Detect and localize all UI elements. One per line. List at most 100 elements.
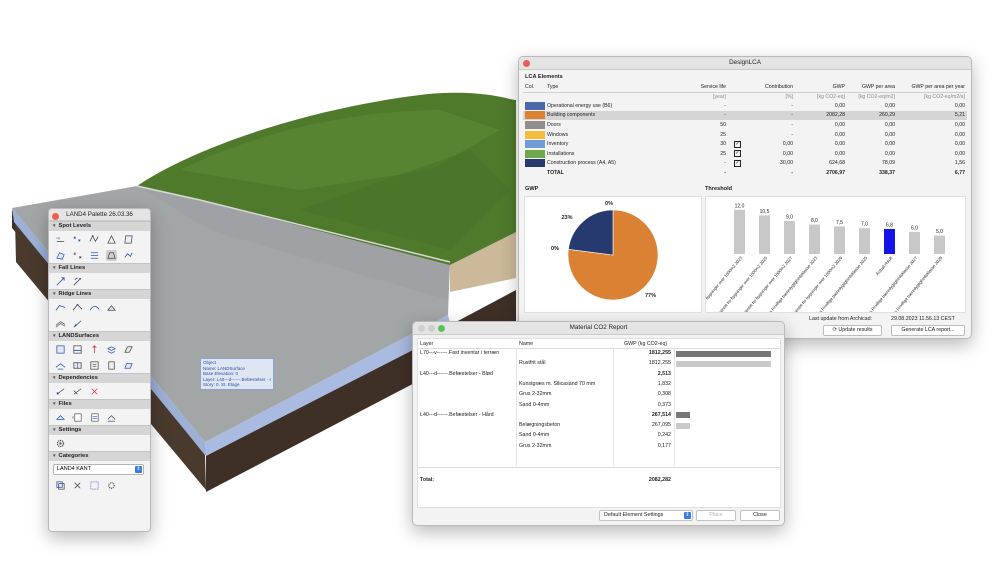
col-header: Type: [545, 82, 678, 93]
spot-points-icon[interactable]: [72, 250, 83, 261]
color-swatch[interactable]: [525, 130, 545, 139]
close-dot-icon[interactable]: [52, 212, 59, 220]
category-settings-icon[interactable]: [106, 480, 117, 491]
category-copy-icon[interactable]: [55, 480, 66, 491]
cell-life: -: [724, 160, 726, 167]
element-settings-select[interactable]: Default Element Settings ⇕: [599, 510, 693, 521]
color-swatch[interactable]: [525, 140, 545, 149]
spot-level-triangle-icon[interactable]: [106, 234, 117, 245]
ridge-line-icon[interactable]: [55, 302, 66, 313]
ridge-line-points-icon[interactable]: [72, 302, 83, 313]
gwp-bar: [676, 412, 691, 419]
row-material-name: Sand 0-4mm: [519, 401, 550, 408]
gear-icon[interactable]: [55, 438, 66, 449]
chevron-down-icon: ▾: [53, 427, 56, 433]
spot-level-selected-icon[interactable]: [106, 250, 117, 261]
link-multi-icon[interactable]: [72, 386, 83, 397]
surface-merge-icon[interactable]: [72, 360, 83, 371]
table-row[interactable]: Doors 50 - 0,00 0,00 0,00: [523, 120, 967, 130]
section-label: Settings: [58, 427, 82, 433]
category-select[interactable]: LAND4 KANT ⇕: [53, 464, 144, 475]
minimize-dot-icon[interactable]: [428, 324, 435, 332]
surface-grid-icon[interactable]: [123, 344, 134, 355]
surface-fill-icon[interactable]: [55, 344, 66, 355]
generate-report-label: Generate LCA report...: [901, 327, 955, 333]
category-remove-icon[interactable]: [72, 480, 83, 491]
section-dependencies[interactable]: ▾ Dependencies: [49, 373, 150, 383]
cell-contribution: 0,00: [782, 150, 793, 157]
link-icon[interactable]: [55, 386, 66, 397]
checkbox-checked-icon[interactable]: ✓: [734, 140, 741, 148]
ridge-curve-icon[interactable]: [89, 302, 100, 313]
section-categories[interactable]: ▾ Categories: [49, 451, 150, 461]
table-row[interactable]: Operational energy use (B6) - - 0,00 0,00 0,0…: [523, 101, 967, 111]
row-gwp-value: 0,242: [657, 432, 671, 439]
section-files[interactable]: ▾ Files: [49, 399, 150, 409]
place-button[interactable]: Place: [696, 510, 736, 521]
surface-calc-icon[interactable]: [106, 360, 117, 371]
ridge-offset-icon[interactable]: [55, 318, 66, 329]
close-dot-icon[interactable]: [418, 324, 425, 332]
color-swatch[interactable]: [525, 111, 545, 120]
generate-report-button[interactable]: Generate LCA report...: [891, 325, 965, 336]
surface-volume-icon[interactable]: [123, 360, 134, 371]
category-select-icon[interactable]: [89, 480, 100, 491]
close-button[interactable]: Close: [740, 510, 780, 521]
table-row[interactable]: Inventory 30 ✓ 0,00 0,00 0,00 0,00: [523, 139, 967, 149]
surface-section-icon[interactable]: [72, 344, 83, 355]
fall-line-edit-icon[interactable]: [72, 276, 83, 287]
spot-level-sheet-icon[interactable]: [123, 234, 134, 245]
zoom-dot-icon[interactable]: [438, 324, 445, 332]
cell-contribution: -: [791, 122, 793, 129]
spot-lines-icon[interactable]: [89, 250, 100, 261]
bar-value-label: 7,5: [836, 220, 843, 226]
palette-titlebar: LAND4 Palette 26.03.36: [49, 209, 150, 221]
section-settings[interactable]: ▾ Settings: [49, 425, 150, 435]
color-swatch[interactable]: [525, 121, 545, 130]
cell-type: Inventory: [547, 141, 569, 148]
table-row[interactable]: Installations 25 ✓ 0,00 0,00 0,00 0,00: [523, 149, 967, 159]
import-terrain-icon[interactable]: [55, 412, 66, 423]
designlca-window: DesignLCA LCA Elements Col. Type Service…: [518, 56, 972, 339]
spot-level-adjust-icon[interactable]: [123, 250, 134, 261]
surface-raise-icon[interactable]: [89, 344, 100, 355]
spot-level-icon[interactable]: +0: [55, 234, 66, 245]
color-swatch[interactable]: [525, 159, 545, 168]
section-fall-lines[interactable]: ▾ Fall Lines: [49, 263, 150, 273]
pie-label: 0%: [605, 201, 613, 207]
section-landsurfaces[interactable]: ▾ LANDSurfaces: [49, 331, 150, 341]
spot-area-icon[interactable]: [55, 250, 66, 261]
dependencies-tools: [49, 383, 150, 399]
bar-value-label: 7,0: [861, 222, 868, 228]
spot-level-multi-icon[interactable]: [72, 234, 83, 245]
table-row[interactable]: Building components - -2082,28 260,29 5,21: [523, 110, 967, 121]
checkbox-checked-icon[interactable]: ✓: [734, 150, 741, 158]
close-dot-icon[interactable]: [523, 59, 530, 67]
section-ridge-lines[interactable]: ▾ Ridge Lines: [49, 289, 150, 299]
color-swatch[interactable]: [525, 149, 545, 158]
csv-file-icon[interactable]: [89, 412, 100, 423]
color-swatch[interactable]: [525, 101, 545, 110]
surface-layers-icon[interactable]: [106, 344, 117, 355]
row-gwp-value: 1,832: [657, 380, 671, 387]
settings-tools: [49, 435, 150, 451]
ridge-surface-icon[interactable]: [106, 302, 117, 313]
surface-list-icon[interactable]: [89, 360, 100, 371]
threshold-bar: [934, 235, 945, 254]
close-label: Close: [753, 512, 767, 518]
ridge-slope-icon[interactable]: [72, 318, 83, 329]
update-results-button[interactable]: ⟳ Update results: [823, 325, 882, 336]
fall-line-icon[interactable]: [55, 276, 66, 287]
row-material-name: Rustfrit stål: [519, 360, 546, 367]
unlink-icon[interactable]: [89, 386, 100, 397]
xyz-file-icon[interactable]: x: [72, 412, 83, 423]
place-label: Place: [709, 512, 723, 518]
spot-level-grid-icon[interactable]: [89, 234, 100, 245]
surface-split-icon[interactable]: [55, 360, 66, 371]
table-row[interactable]: Windows 25 - 0,00 0,00 0,00: [523, 130, 967, 140]
table-row[interactable]: Construction process (A4, A5) - ✓ 30,00 624,…: [523, 159, 967, 169]
bar-value-label: 12,0: [735, 203, 745, 209]
section-spot-levels[interactable]: ▾ Spot Levels: [49, 221, 150, 231]
export-terrain-icon[interactable]: [106, 412, 117, 423]
checkbox-checked-icon[interactable]: ✓: [734, 159, 741, 167]
